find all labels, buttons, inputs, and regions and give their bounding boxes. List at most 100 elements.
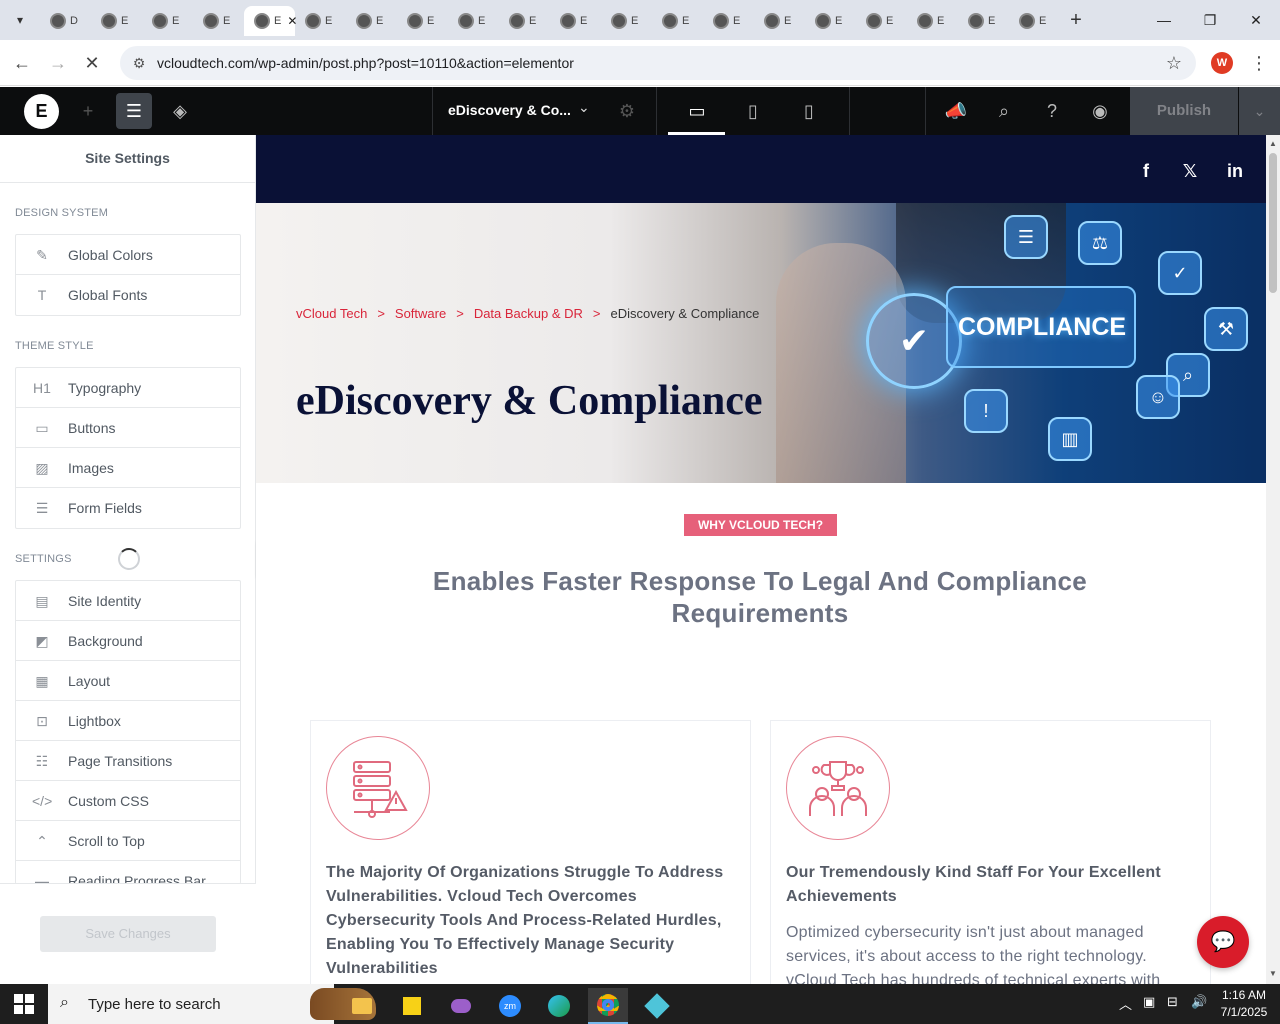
network-icon[interactable]: ⊟ — [1167, 994, 1178, 1010]
sidebar-item-global-colors[interactable]: ✎ Global Colors — [16, 235, 240, 275]
elementor-logo-icon[interactable]: E — [24, 94, 59, 129]
sidebar-item-custom-css[interactable]: </> Custom CSS — [16, 781, 240, 821]
browser-tab[interactable]: E — [805, 6, 856, 36]
publish-button[interactable]: Publish — [1130, 87, 1238, 135]
browser-tab[interactable]: E — [958, 6, 1009, 36]
help-icon[interactable]: ? — [1040, 99, 1064, 123]
browser-tab[interactable]: E — [346, 6, 397, 36]
sidebar-item-scroll-to-top[interactable]: ⌃ Scroll to Top — [16, 821, 240, 861]
breadcrumb-link[interactable]: Software — [395, 306, 446, 321]
browser-tab[interactable]: E — [652, 6, 703, 36]
omnibox[interactable]: ⚙ vcloudtech.com/wp-admin/post.php?post=… — [120, 46, 1196, 80]
bookmark-star-icon[interactable]: ☆ — [1166, 53, 1182, 74]
scroll-thumb[interactable] — [1269, 153, 1277, 293]
tab-favicon-icon — [662, 13, 678, 29]
taskbar-search-box[interactable]: ⌕ Type here to search — [48, 984, 376, 1024]
browser-tab[interactable]: E — [1009, 6, 1060, 36]
structure-layers-icon[interactable]: ◈ — [168, 99, 192, 123]
browser-tab[interactable]: E — [295, 6, 346, 36]
sidebar-item-images[interactable]: ▨ Images — [16, 448, 240, 488]
minimize-button[interactable]: — — [1154, 10, 1174, 30]
sidebar-item-background[interactable]: ◩ Background — [16, 621, 240, 661]
breadcrumb-link[interactable]: Data Backup & DR — [474, 306, 583, 321]
site-info-icon[interactable]: ⚙ — [130, 54, 148, 72]
zoom-app-icon[interactable]: zm — [490, 988, 530, 1024]
browser-tab[interactable]: E — [91, 6, 142, 36]
chrome-browser-icon[interactable] — [588, 988, 628, 1024]
layout-icon: ▦ — [35, 672, 49, 689]
sidebar-item-reading-progress-bar[interactable]: ▬ Reading Progress Bar — [16, 861, 240, 884]
tablet-device-icon[interactable]: ▯ — [741, 99, 765, 123]
windows-start-icon[interactable] — [14, 994, 34, 1014]
feature-card: The Majority Of Organizations Struggle T… — [310, 720, 751, 984]
mobile-device-icon[interactable]: ▯ — [797, 99, 821, 123]
browser-tab[interactable]: E — [754, 6, 805, 36]
browser-tab[interactable]: E — [142, 6, 193, 36]
preview-canvas: f 𝕏 in ☰ ⚖ ✓ ⚒ ⌕ ! ▥ ☺ ✔ COMPLIANCE vClo… — [256, 135, 1266, 984]
browser-tab[interactable]: E ✕ — [244, 6, 297, 36]
browser-tab[interactable]: E — [601, 6, 652, 36]
system-clock[interactable]: 1:16 AM 7/1/2025 — [1214, 987, 1274, 1021]
new-tab-button[interactable]: + — [1066, 10, 1086, 30]
url-text[interactable]: vcloudtech.com/wp-admin/post.php?post=10… — [157, 55, 574, 71]
save-changes-button[interactable]: Save Changes — [40, 916, 216, 952]
profile-avatar[interactable]: W — [1211, 52, 1233, 74]
page-title: eDiscovery & Compliance — [296, 378, 763, 424]
browser-tab[interactable]: E — [448, 6, 499, 36]
sidebar-item-site-identity[interactable]: ▤ Site Identity — [16, 581, 240, 621]
sidebar-item-typography[interactable]: H1 Typography — [16, 368, 240, 408]
back-icon[interactable]: ← — [11, 52, 33, 74]
stop-loading-icon[interactable]: ✕ — [81, 52, 103, 74]
browser-tab[interactable]: E — [703, 6, 754, 36]
browser-tab[interactable]: E — [499, 6, 550, 36]
scroll-down-arrow-icon[interactable]: ▼ — [1268, 969, 1278, 979]
tab-label: E — [733, 15, 741, 27]
snipping-tool-icon[interactable] — [441, 988, 481, 1024]
document-title[interactable]: eDiscovery & Co... — [448, 102, 571, 118]
publish-options-chevron-icon[interactable]: ⌄ — [1239, 87, 1280, 135]
forward-icon[interactable]: → — [47, 52, 69, 74]
facebook-icon[interactable]: f — [1134, 161, 1158, 182]
desktop-device-icon[interactable]: ▭ — [685, 99, 709, 123]
sidebar-item-form-fields[interactable]: ☰ Form Fields — [16, 488, 240, 528]
sidebar-item-buttons[interactable]: ▭ Buttons — [16, 408, 240, 448]
breadcrumb-current: eDiscovery & Compliance — [610, 306, 760, 321]
browser-tab[interactable]: E — [907, 6, 958, 36]
browser-tab[interactable]: E — [193, 6, 244, 36]
close-window-button[interactable]: ✕ — [1246, 10, 1266, 30]
browser-tab[interactable]: D — [40, 6, 91, 36]
browser-tab[interactable]: E — [397, 6, 448, 36]
edge-browser-icon[interactable] — [539, 988, 579, 1024]
show-hidden-icons-chevron-icon[interactable]: ︿ — [1119, 994, 1132, 1013]
chat-widget-icon[interactable]: 💬 — [1197, 916, 1249, 968]
add-element-icon[interactable]: + — [76, 99, 100, 123]
volume-icon[interactable]: 🔊 — [1191, 994, 1207, 1010]
linkedin-icon[interactable]: in — [1223, 161, 1247, 182]
tab-search-chevron-icon[interactable]: ▾ — [8, 8, 32, 32]
scroll-up-arrow-icon[interactable]: ▲ — [1268, 139, 1278, 149]
chevron-down-icon[interactable]: ⌄ — [578, 99, 590, 116]
search-icon[interactable]: ⌕ — [992, 99, 1016, 123]
breadcrumb-link[interactable]: vCloud Tech — [296, 306, 367, 321]
sticky-notes-icon[interactable] — [392, 988, 432, 1024]
brush-icon: ✎ — [36, 246, 48, 263]
page-settings-gear-icon[interactable]: ⚙ — [615, 99, 639, 123]
file-explorer-icon[interactable] — [342, 988, 382, 1024]
tab-favicon-icon — [917, 13, 933, 29]
preview-eye-icon[interactable]: ◉ — [1088, 99, 1112, 123]
restore-button[interactable]: ❐ — [1200, 10, 1220, 30]
preview-scrollbar[interactable]: ▲ ▼ — [1266, 135, 1280, 984]
tab-label: E — [325, 15, 333, 27]
browser-tab[interactable]: E — [856, 6, 907, 36]
sidebar-item-page-transitions[interactable]: ☷ Page Transitions — [16, 741, 240, 781]
sidebar-item-lightbox[interactable]: ⊡ Lightbox — [16, 701, 240, 741]
browser-menu-icon[interactable]: ⋮ — [1250, 52, 1268, 74]
notifications-megaphone-icon[interactable]: 📣 — [944, 99, 968, 123]
site-settings-icon[interactable]: ☰ — [116, 93, 152, 129]
sidebar-item-layout[interactable]: ▦ Layout — [16, 661, 240, 701]
app-diamond-icon[interactable] — [637, 988, 677, 1024]
sidebar-item-global-fonts[interactable]: T Global Fonts — [16, 275, 240, 315]
meet-now-icon[interactable]: ▣ — [1143, 994, 1155, 1010]
x-twitter-icon[interactable]: 𝕏 — [1178, 161, 1202, 182]
browser-tab[interactable]: E — [550, 6, 601, 36]
